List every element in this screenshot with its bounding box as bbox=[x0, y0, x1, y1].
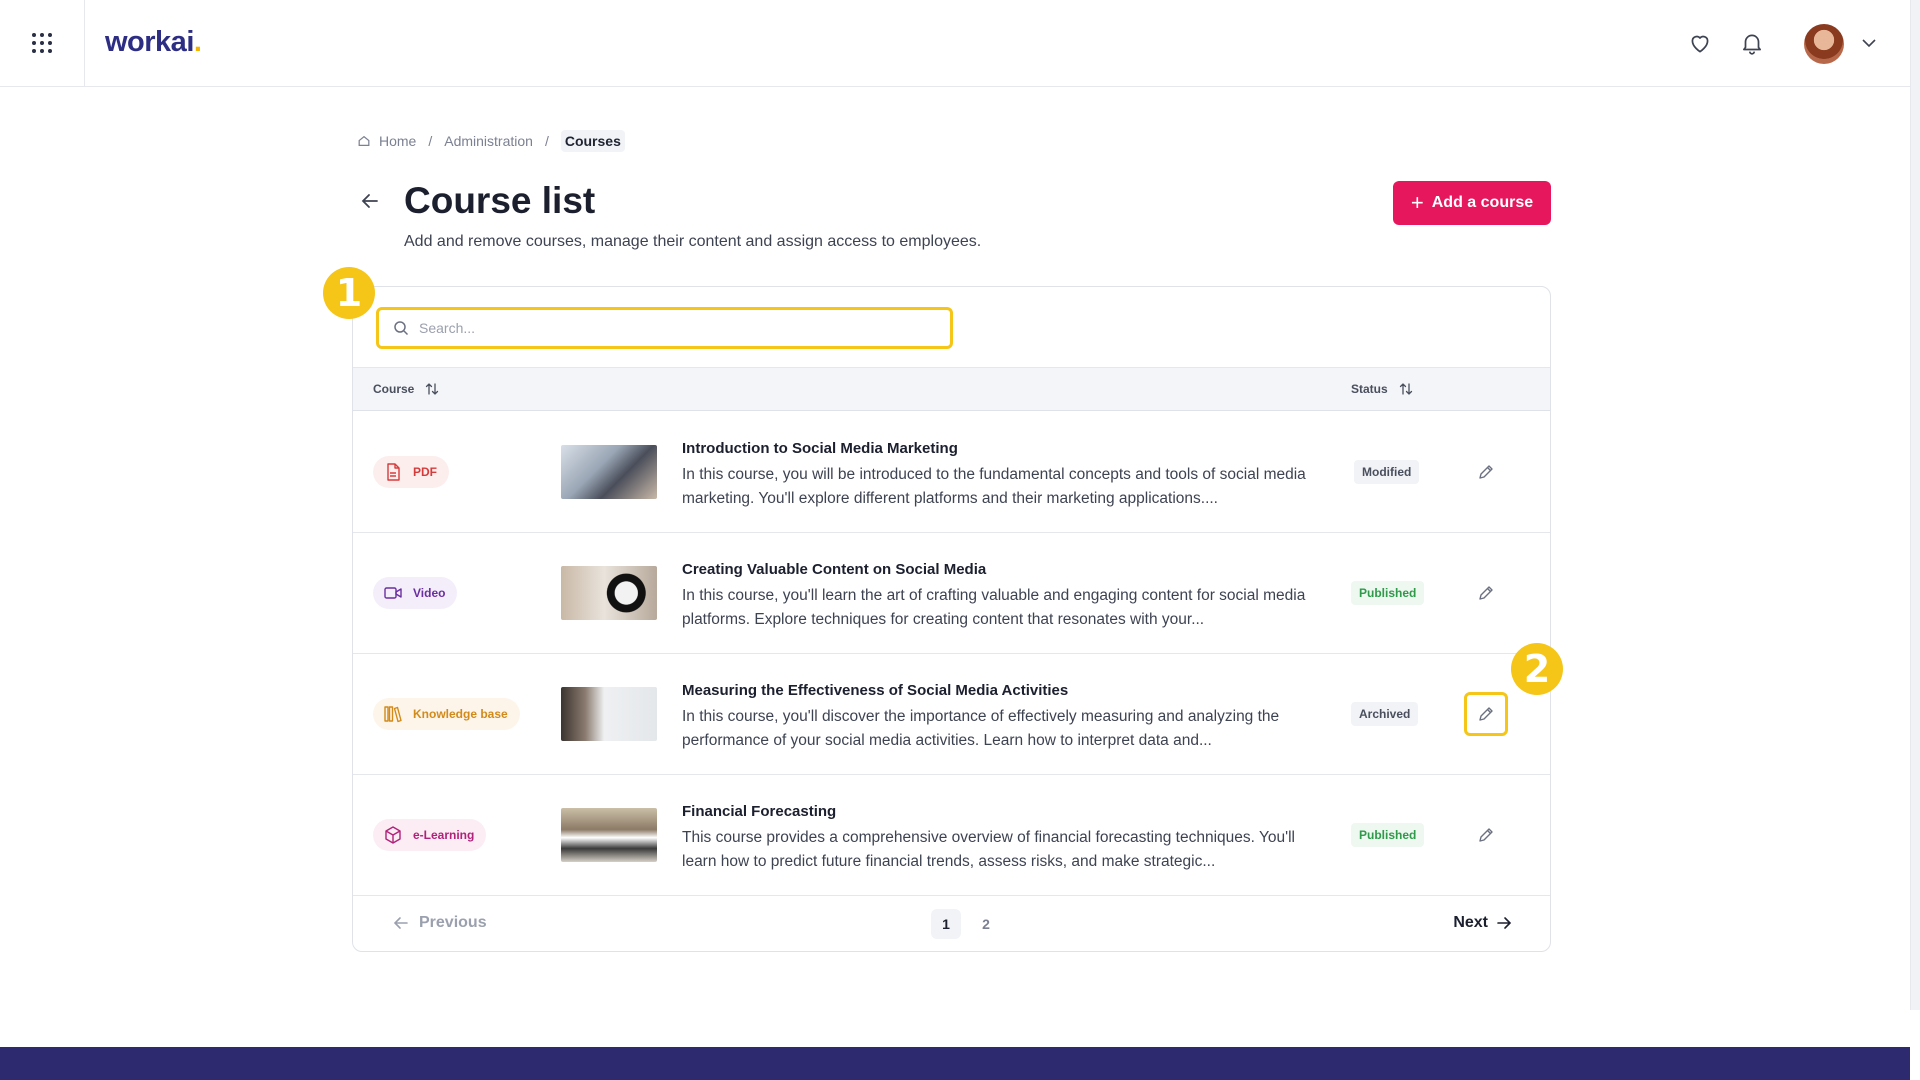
avatar[interactable] bbox=[1804, 24, 1844, 64]
type-badge-pdf: PDF bbox=[373, 456, 449, 488]
next-button[interactable]: Next bbox=[1453, 914, 1512, 932]
status-badge: Archived bbox=[1351, 702, 1419, 726]
pagination: Previous 1 2 Next bbox=[353, 896, 1550, 951]
status-badge: Published bbox=[1351, 823, 1425, 847]
edit-button[interactable] bbox=[1464, 692, 1508, 736]
video-camera-icon bbox=[384, 587, 402, 599]
type-label: Video bbox=[413, 586, 446, 600]
course-table-card: Course Status PDF Introduction to Social… bbox=[352, 286, 1551, 952]
previous-button[interactable]: Previous bbox=[393, 914, 487, 932]
course-title[interactable]: Creating Valuable Content on Social Medi… bbox=[682, 561, 986, 578]
course-thumbnail[interactable] bbox=[561, 445, 657, 499]
page-subtitle: Add and remove courses, manage their con… bbox=[404, 233, 982, 250]
type-label: Knowledge base bbox=[413, 707, 508, 721]
breadcrumb-separator: / bbox=[544, 133, 549, 149]
home-icon bbox=[358, 135, 370, 146]
table-row[interactable]: e-Learning Financial Forecasting This co… bbox=[353, 775, 1550, 896]
bell-icon[interactable] bbox=[1739, 30, 1765, 56]
course-description: This course provides a comprehensive ove… bbox=[682, 829, 1295, 870]
page-button-2[interactable]: 2 bbox=[971, 909, 1001, 939]
pdf-file-icon bbox=[387, 463, 400, 481]
pencil-icon bbox=[1479, 828, 1493, 842]
logo[interactable]: workai. bbox=[105, 26, 202, 59]
heart-icon[interactable] bbox=[1687, 30, 1713, 56]
arrow-left-icon bbox=[393, 917, 408, 929]
chevron-down-icon[interactable] bbox=[1861, 37, 1877, 49]
course-title[interactable]: Measuring the Effectiveness of Social Me… bbox=[682, 682, 1068, 699]
column-label-status: Status bbox=[1351, 382, 1388, 396]
footer-bar bbox=[0, 1047, 1910, 1080]
logo-text: workai bbox=[105, 26, 194, 58]
course-description: In this course, you'll learn the art of … bbox=[682, 587, 1306, 628]
status-badge: Modified bbox=[1354, 460, 1420, 484]
page-button-1[interactable]: 1 bbox=[931, 909, 961, 939]
course-title[interactable]: Introduction to Social Media Marketing bbox=[682, 440, 958, 457]
breadcrumb-administration[interactable]: Administration bbox=[444, 133, 533, 149]
search-icon bbox=[394, 321, 409, 336]
page-title: Course list bbox=[404, 180, 596, 221]
callout-marker-1: 1 bbox=[323, 267, 375, 319]
course-thumbnail[interactable] bbox=[561, 808, 657, 862]
breadcrumb-current: Courses bbox=[560, 130, 625, 152]
edit-button[interactable] bbox=[1464, 450, 1508, 494]
previous-label: Previous bbox=[419, 914, 487, 931]
column-label-course: Course bbox=[373, 382, 415, 396]
back-arrow-icon[interactable] bbox=[359, 190, 381, 212]
callout-marker-2: 2 bbox=[1511, 643, 1563, 695]
pencil-icon bbox=[1479, 465, 1493, 479]
column-header-status[interactable]: Status bbox=[1351, 381, 1414, 397]
course-description: In this course, you'll discover the impo… bbox=[682, 708, 1280, 749]
sort-icon bbox=[426, 383, 439, 395]
top-bar: workai. bbox=[0, 0, 1910, 87]
edit-button[interactable] bbox=[1464, 813, 1508, 857]
breadcrumb-separator: / bbox=[428, 133, 433, 149]
pencil-icon bbox=[1479, 586, 1493, 600]
table-header: Course Status bbox=[353, 367, 1550, 411]
type-badge-elearning: e-Learning bbox=[373, 819, 487, 851]
logo-dot: . bbox=[193, 26, 202, 58]
table-row[interactable]: Knowledge base Measuring the Effectivene… bbox=[353, 654, 1550, 775]
cube-icon bbox=[385, 826, 401, 844]
books-icon bbox=[384, 706, 402, 723]
column-header-course[interactable]: Course bbox=[373, 381, 440, 397]
pencil-icon bbox=[1479, 707, 1493, 721]
arrow-right-icon bbox=[1497, 917, 1512, 929]
table-row[interactable]: Video Creating Valuable Content on Socia… bbox=[353, 533, 1550, 654]
type-label: e-Learning bbox=[413, 828, 475, 842]
status-badge: Published bbox=[1351, 581, 1425, 605]
type-badge-knowledge-base: Knowledge base bbox=[373, 698, 520, 730]
course-description: In this course, you will be introduced t… bbox=[682, 466, 1306, 507]
course-title[interactable]: Financial Forecasting bbox=[682, 803, 836, 820]
sort-icon bbox=[1399, 383, 1412, 395]
add-course-button[interactable]: + Add a course bbox=[1393, 181, 1551, 225]
scrollbar[interactable] bbox=[1910, 0, 1920, 1010]
type-badge-video: Video bbox=[373, 577, 458, 609]
table-row[interactable]: PDF Introduction to Social Media Marketi… bbox=[353, 412, 1550, 533]
plus-icon: + bbox=[1410, 190, 1424, 215]
type-label: PDF bbox=[413, 465, 437, 479]
next-label: Next bbox=[1453, 914, 1488, 931]
search-input[interactable] bbox=[419, 320, 919, 336]
edit-button[interactable] bbox=[1464, 571, 1508, 615]
add-course-label: Add a course bbox=[1431, 194, 1534, 211]
breadcrumb-home[interactable]: Home bbox=[379, 133, 416, 149]
breadcrumb: Home / Administration / Courses bbox=[357, 130, 625, 152]
search-box[interactable] bbox=[376, 307, 953, 349]
course-thumbnail[interactable] bbox=[561, 687, 657, 741]
apps-grid-icon[interactable] bbox=[0, 0, 85, 86]
course-thumbnail[interactable] bbox=[561, 566, 657, 620]
